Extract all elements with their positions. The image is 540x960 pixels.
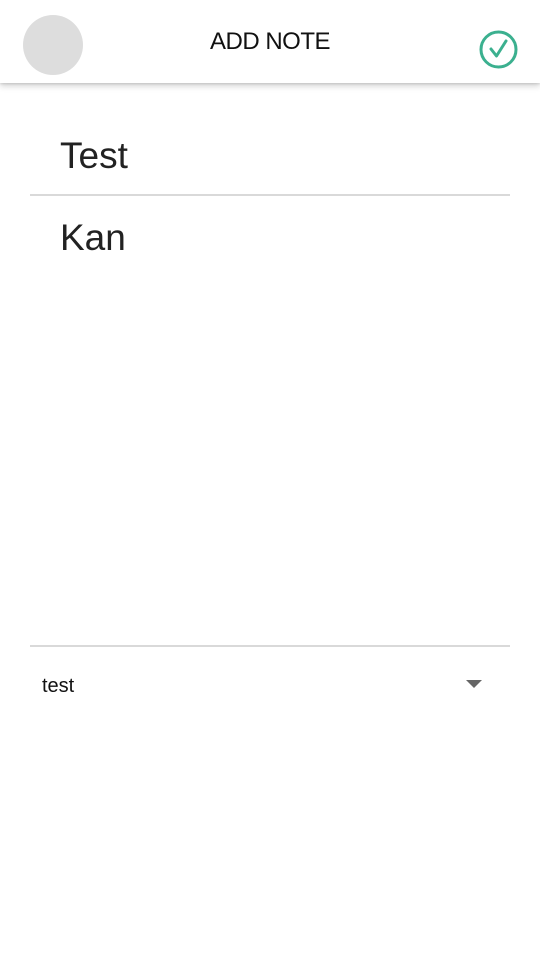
note-body-field: Kan bbox=[30, 196, 510, 647]
save-button[interactable] bbox=[478, 29, 519, 70]
note-title-input[interactable] bbox=[60, 134, 490, 178]
triangle-down-icon bbox=[466, 680, 482, 688]
category-selected-value: test bbox=[42, 675, 75, 697]
app-bar: ADD NOTE bbox=[0, 0, 540, 83]
check-circle-icon bbox=[479, 30, 518, 69]
add-note-screen: ADD NOTE Kan test bbox=[0, 0, 540, 960]
page-title: ADD NOTE bbox=[209, 28, 331, 55]
note-body-input[interactable]: Kan bbox=[60, 216, 490, 616]
category-dropdown[interactable]: test bbox=[30, 660, 510, 710]
note-title-field bbox=[30, 118, 510, 196]
